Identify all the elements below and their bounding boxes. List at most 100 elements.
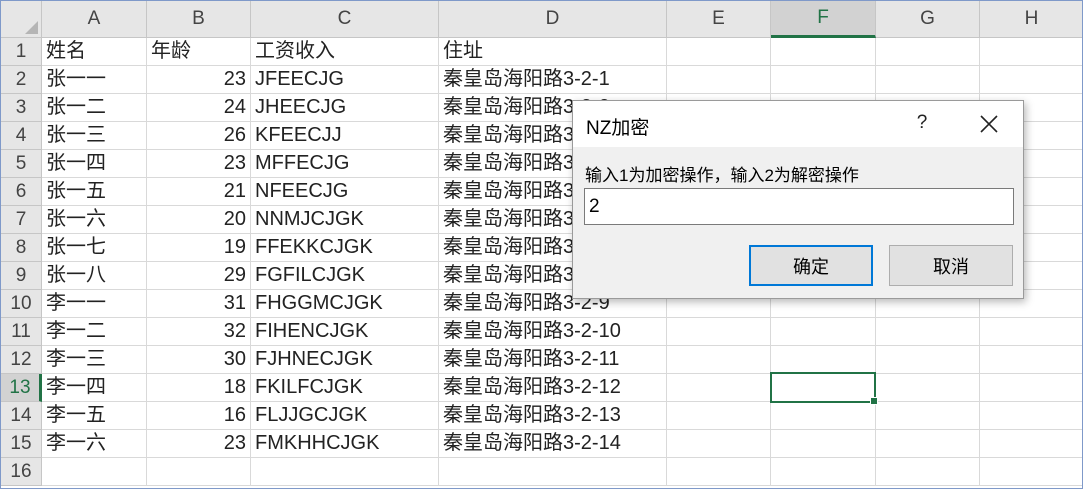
cell-c3[interactable]: JHEECJG — [251, 94, 439, 122]
cell-e15[interactable] — [667, 430, 771, 458]
cell-b5[interactable]: 23 — [147, 150, 251, 178]
cell-g15[interactable] — [876, 430, 980, 458]
cell-d11[interactable]: 秦皇岛海阳路3-2-10 — [439, 318, 667, 346]
column-header-e[interactable]: E — [667, 1, 771, 38]
cell-b9[interactable]: 29 — [147, 262, 251, 290]
cell-f1[interactable] — [771, 38, 876, 66]
row-header[interactable]: 16 — [1, 458, 42, 486]
cell-a7[interactable]: 张一六 — [42, 206, 147, 234]
cell-e11[interactable] — [667, 318, 771, 346]
cell-h16[interactable] — [980, 458, 1082, 486]
cell-b7[interactable]: 20 — [147, 206, 251, 234]
cell-c7[interactable]: NNMJCJGK — [251, 206, 439, 234]
cell-b3[interactable]: 24 — [147, 94, 251, 122]
cell-g13[interactable] — [876, 374, 980, 402]
cell-a15[interactable]: 李一六 — [42, 430, 147, 458]
cell-a2[interactable]: 张一一 — [42, 66, 147, 94]
cell-c14[interactable]: FLJJGCJGK — [251, 402, 439, 430]
cell-a4[interactable]: 张一三 — [42, 122, 147, 150]
active-cell-f13[interactable] — [770, 372, 878, 405]
select-all-corner[interactable] — [1, 1, 42, 38]
cell-d13[interactable]: 秦皇岛海阳路3-2-12 — [439, 374, 667, 402]
column-header-h[interactable]: H — [980, 1, 1082, 38]
column-header-b[interactable]: B — [147, 1, 251, 38]
cell-b12[interactable]: 30 — [147, 346, 251, 374]
cell-a5[interactable]: 张一四 — [42, 150, 147, 178]
row-header[interactable]: 12 — [1, 346, 42, 374]
cell-f14[interactable] — [771, 402, 876, 430]
row-header[interactable]: 11 — [1, 318, 42, 346]
cell-a13[interactable]: 李一四 — [42, 374, 147, 402]
cell-c1[interactable]: 工资收入 — [251, 38, 439, 66]
cell-a6[interactable]: 张一五 — [42, 178, 147, 206]
cell-h1[interactable] — [980, 38, 1082, 66]
cell-b13[interactable]: 18 — [147, 374, 251, 402]
cell-a14[interactable]: 李一五 — [42, 402, 147, 430]
row-header[interactable]: 1 — [1, 38, 42, 66]
cell-a10[interactable]: 李一一 — [42, 290, 147, 318]
cell-f12[interactable] — [771, 346, 876, 374]
cell-c9[interactable]: FGFILCJGK — [251, 262, 439, 290]
column-header-c[interactable]: C — [251, 1, 439, 38]
row-header[interactable]: 9 — [1, 262, 42, 290]
cell-b15[interactable]: 23 — [147, 430, 251, 458]
dialog-titlebar[interactable]: NZ加密 ? — [573, 101, 1023, 147]
cell-h14[interactable] — [980, 402, 1082, 430]
cell-d15[interactable]: 秦皇岛海阳路3-2-14 — [439, 430, 667, 458]
cell-d2[interactable]: 秦皇岛海阳路3-2-1 — [439, 66, 667, 94]
row-header[interactable]: 2 — [1, 66, 42, 94]
column-header-g[interactable]: G — [876, 1, 980, 38]
cell-c13[interactable]: FKILFCJGK — [251, 374, 439, 402]
cell-b11[interactable]: 32 — [147, 318, 251, 346]
close-icon[interactable] — [973, 108, 1005, 140]
cell-c5[interactable]: MFFECJG — [251, 150, 439, 178]
cell-h11[interactable] — [980, 318, 1082, 346]
cell-f16[interactable] — [771, 458, 876, 486]
cell-b4[interactable]: 26 — [147, 122, 251, 150]
cell-c12[interactable]: FJHNECJGK — [251, 346, 439, 374]
cell-c6[interactable]: NFEECJG — [251, 178, 439, 206]
cell-a1[interactable]: 姓名 — [42, 38, 147, 66]
row-header[interactable]: 8 — [1, 234, 42, 262]
cell-c16[interactable] — [251, 458, 439, 486]
cell-e12[interactable] — [667, 346, 771, 374]
column-header-a[interactable]: A — [42, 1, 147, 38]
cell-d14[interactable]: 秦皇岛海阳路3-2-13 — [439, 402, 667, 430]
cell-e13[interactable] — [667, 374, 771, 402]
cell-a11[interactable]: 李一二 — [42, 318, 147, 346]
cell-f2[interactable] — [771, 66, 876, 94]
cell-b1[interactable]: 年龄 — [147, 38, 251, 66]
help-button[interactable]: ? — [907, 108, 937, 138]
cell-e14[interactable] — [667, 402, 771, 430]
row-header[interactable]: 4 — [1, 122, 42, 150]
cell-a16[interactable] — [42, 458, 147, 486]
cell-h13[interactable] — [980, 374, 1082, 402]
cell-g11[interactable] — [876, 318, 980, 346]
cell-a12[interactable]: 李一三 — [42, 346, 147, 374]
fill-handle[interactable] — [870, 397, 878, 405]
row-header[interactable]: 6 — [1, 178, 42, 206]
cell-b6[interactable]: 21 — [147, 178, 251, 206]
cell-g14[interactable] — [876, 402, 980, 430]
cell-b14[interactable]: 16 — [147, 402, 251, 430]
cell-d16[interactable] — [439, 458, 667, 486]
cell-f15[interactable] — [771, 430, 876, 458]
cancel-button[interactable]: 取消 — [889, 245, 1013, 286]
row-header[interactable]: 7 — [1, 206, 42, 234]
cell-c15[interactable]: FMKHHCJGK — [251, 430, 439, 458]
row-header[interactable]: 5 — [1, 150, 42, 178]
cell-a3[interactable]: 张一二 — [42, 94, 147, 122]
cell-h15[interactable] — [980, 430, 1082, 458]
cell-b2[interactable]: 23 — [147, 66, 251, 94]
row-header[interactable]: 15 — [1, 430, 42, 458]
cell-b10[interactable]: 31 — [147, 290, 251, 318]
row-header[interactable]: 14 — [1, 402, 42, 430]
row-header[interactable]: 13 — [1, 374, 42, 402]
cell-g2[interactable] — [876, 66, 980, 94]
column-header-f[interactable]: F — [771, 1, 876, 38]
cell-a9[interactable]: 张一八 — [42, 262, 147, 290]
cell-g1[interactable] — [876, 38, 980, 66]
cell-h12[interactable] — [980, 346, 1082, 374]
cell-e1[interactable] — [667, 38, 771, 66]
cell-c8[interactable]: FFEKKCJGK — [251, 234, 439, 262]
